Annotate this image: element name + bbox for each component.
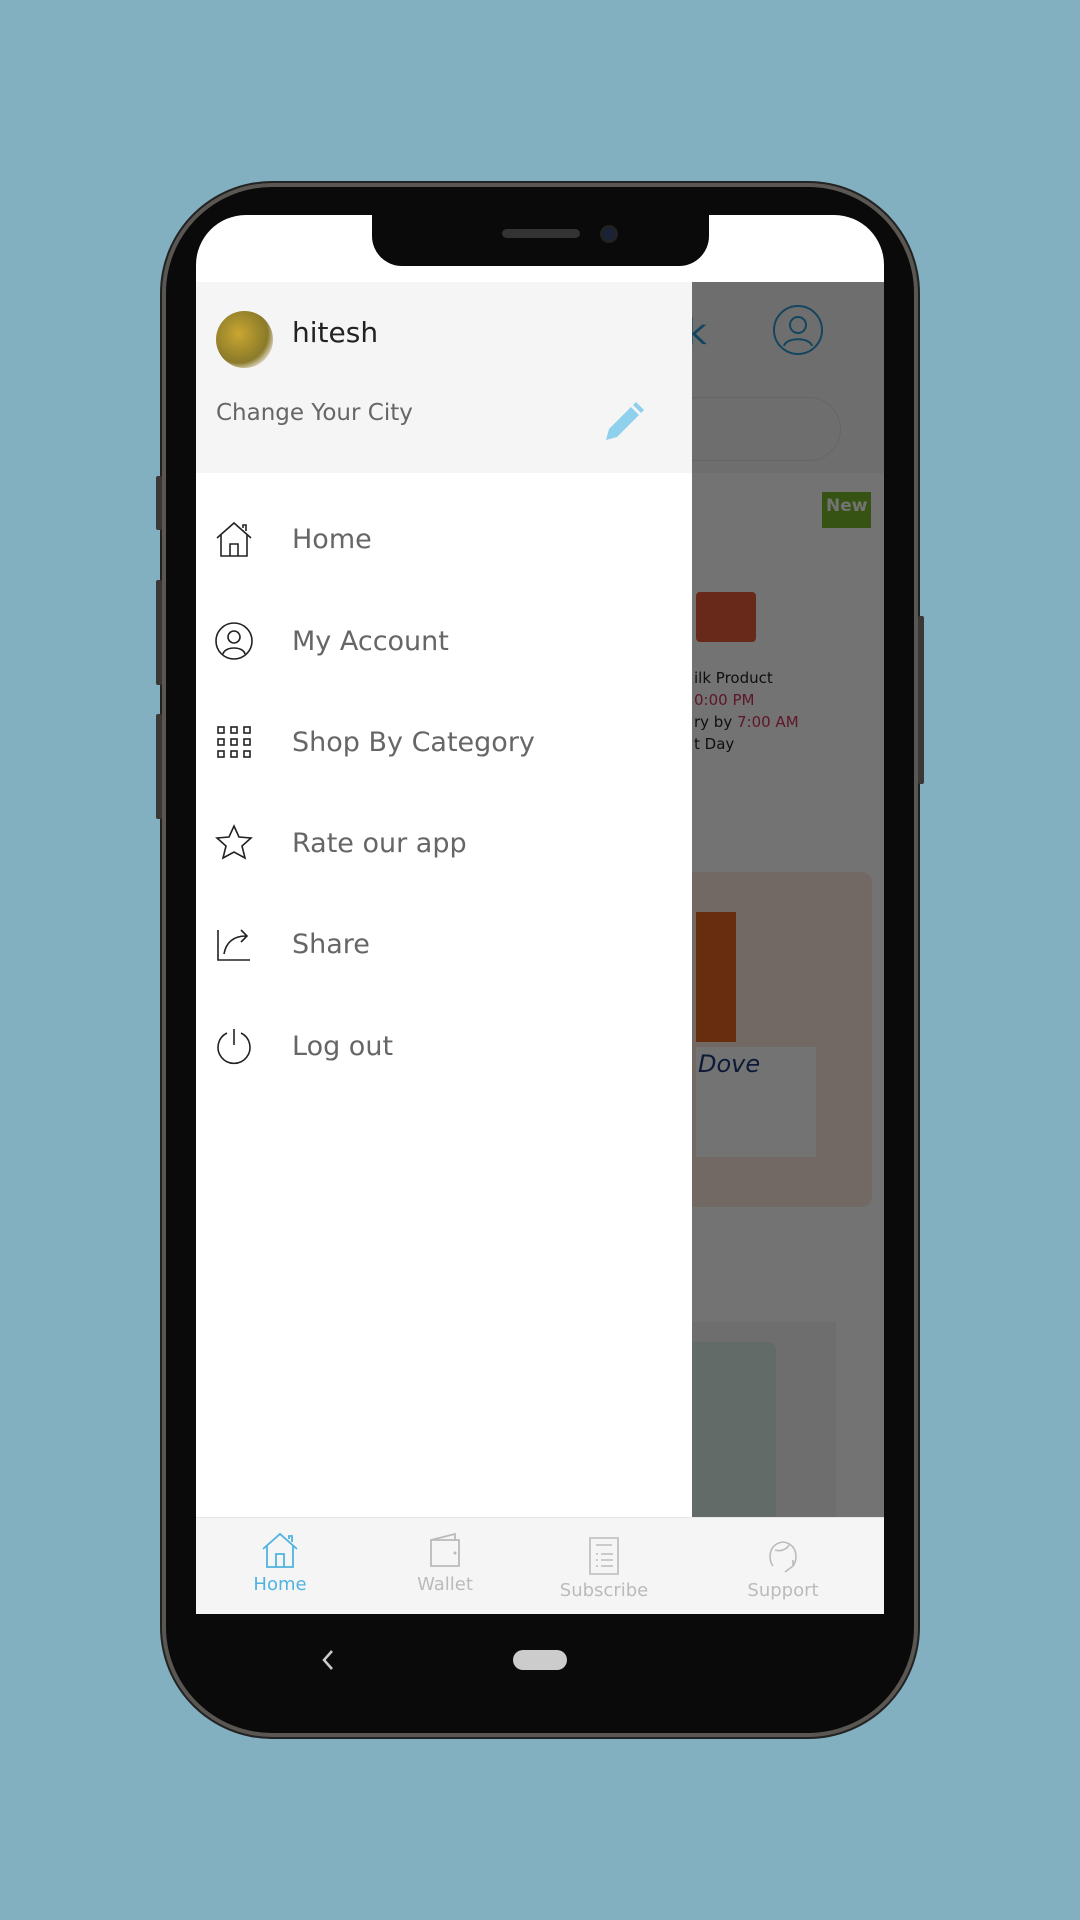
menu-item-home[interactable]: Home	[196, 499, 692, 579]
menu-item-rate-our-app[interactable]: Rate our app	[196, 803, 692, 883]
home-pill[interactable]	[513, 1650, 567, 1670]
phone-button	[918, 616, 924, 784]
notch	[372, 215, 709, 266]
tab-subscribe[interactable]: Subscribe	[544, 1536, 664, 1601]
back-icon[interactable]	[320, 1648, 336, 1672]
menu-label: Share	[292, 928, 370, 960]
phone-button	[156, 714, 162, 819]
headset-icon	[769, 1541, 797, 1573]
wallet-icon	[430, 1532, 460, 1567]
profile-icon[interactable]	[772, 304, 824, 356]
brand-label: Dove	[698, 1050, 761, 1078]
tab-support[interactable]: Support	[723, 1536, 843, 1601]
camera-icon	[600, 225, 618, 243]
phone-button	[156, 476, 162, 530]
list-icon	[589, 1537, 619, 1575]
pencil-icon[interactable]	[600, 400, 646, 446]
tab-home[interactable]: Home	[220, 1530, 340, 1595]
home-icon	[216, 521, 252, 557]
menu-item-log-out[interactable]: Log out	[196, 1006, 692, 1086]
screen: k New ilk Product 0:00 PM ry by 7:00 AM …	[196, 215, 884, 1614]
user-icon	[215, 622, 253, 660]
tab-wallet[interactable]: Wallet	[385, 1530, 505, 1595]
phone-button	[156, 580, 162, 685]
share-icon	[217, 929, 250, 961]
star-icon	[215, 824, 253, 860]
menu-label: Shop By Category	[292, 726, 535, 758]
bottom-navigation: Home Wallet Subscribe Support	[196, 1517, 884, 1614]
new-badge: New	[822, 492, 872, 528]
menu-label: Rate our app	[292, 827, 467, 859]
home-icon	[262, 1532, 298, 1568]
avatar[interactable]	[216, 311, 273, 368]
menu-label: My Account	[292, 625, 449, 657]
change-city-label[interactable]: Change Your City	[216, 400, 413, 426]
user-name: hitesh	[292, 316, 379, 349]
menu-label: Home	[292, 523, 372, 555]
product-info: ilk Product 0:00 PM ry by 7:00 AM t Day	[694, 669, 799, 753]
system-navigation-bar	[196, 1614, 884, 1704]
menu-label: Log out	[292, 1030, 394, 1062]
drawer-header: hitesh Change Your City	[196, 282, 692, 473]
menu-item-my-account[interactable]: My Account	[196, 601, 692, 681]
power-icon	[217, 1029, 251, 1065]
menu-item-share[interactable]: Share	[196, 904, 692, 984]
navigation-drawer: hitesh Change Your City Home My Account …	[196, 282, 692, 1517]
grid-icon	[217, 726, 251, 758]
menu-item-shop-by-category[interactable]: Shop By Category	[196, 702, 692, 782]
